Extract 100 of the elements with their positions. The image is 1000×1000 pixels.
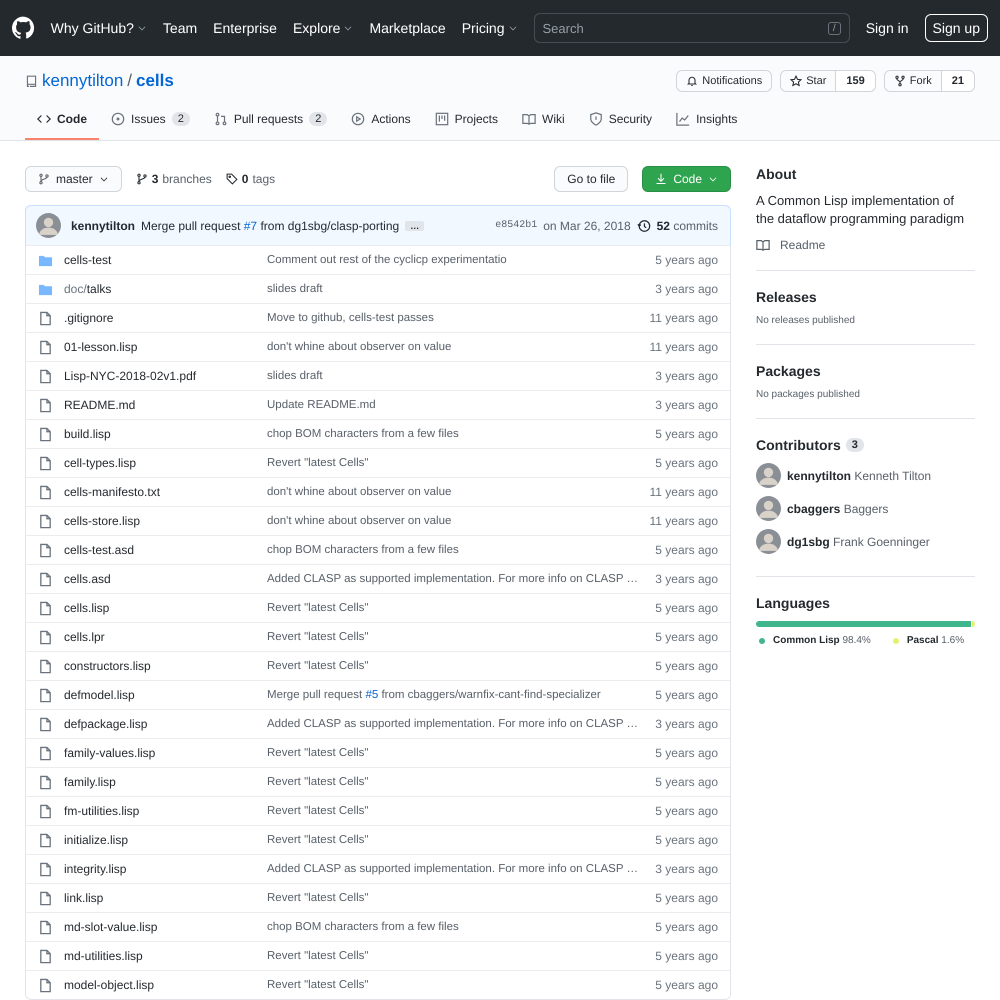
file-name-link[interactable]: cells.lpr bbox=[64, 630, 267, 644]
commit-message-link[interactable]: chop BOM characters from a few files bbox=[267, 428, 650, 440]
commit-message-link[interactable]: Revert "latest Cells" bbox=[267, 979, 650, 991]
expand-button[interactable]: … bbox=[405, 220, 424, 230]
file-name-link[interactable]: cell-types.lisp bbox=[64, 456, 267, 470]
repo-tab[interactable]: Pull requests 2 bbox=[202, 112, 340, 140]
count-link[interactable]: 159 bbox=[835, 71, 875, 91]
branches-link[interactable]: 3 branches bbox=[136, 172, 212, 186]
file-name-link[interactable]: .gitignore bbox=[64, 311, 267, 325]
commit-message-link[interactable]: Update README.md bbox=[267, 399, 650, 411]
section-title[interactable]: Releases bbox=[756, 289, 975, 305]
language-link[interactable]: Common Lisp 98.4% bbox=[773, 635, 871, 646]
branch-select[interactable]: master bbox=[25, 166, 122, 192]
commit-message-link[interactable]: don't whine about observer on value bbox=[267, 341, 644, 353]
commit-message-link[interactable]: Revert "latest Cells" bbox=[267, 747, 650, 759]
readme-link[interactable]: Readme bbox=[756, 238, 975, 252]
repo-tab[interactable]: Issues 2 bbox=[99, 112, 202, 140]
github-logo[interactable] bbox=[12, 15, 35, 41]
file-name-link[interactable]: cells.lisp bbox=[64, 601, 267, 615]
commit-message-link[interactable]: Revert "latest Cells" bbox=[267, 660, 650, 672]
file-name-link[interactable]: integrity.lisp bbox=[64, 862, 267, 876]
file-name-link[interactable]: family.lisp bbox=[64, 775, 267, 789]
commit-message-link[interactable]: chop BOM characters from a few files bbox=[267, 921, 650, 933]
file-name-link[interactable]: README.md bbox=[64, 398, 267, 412]
file-name-link[interactable]: build.lisp bbox=[64, 427, 267, 441]
file-name-link[interactable]: md-slot-value.lisp bbox=[64, 920, 267, 934]
language-link[interactable]: Pascal 1.6% bbox=[906, 635, 964, 646]
file-icon bbox=[38, 426, 53, 442]
nav-link[interactable]: Pricing bbox=[462, 20, 518, 36]
commit-message-link[interactable]: slides draft bbox=[267, 283, 650, 295]
commit-message-link[interactable]: Revert "latest Cells" bbox=[267, 950, 650, 962]
avatar[interactable] bbox=[36, 213, 61, 238]
commit-message-link[interactable]: Added CLASP as supported implementation. For more info on CLASP … bbox=[267, 718, 650, 730]
star-button[interactable]: Star bbox=[781, 71, 836, 91]
commit-message-link[interactable]: Revert "latest Cells" bbox=[267, 631, 650, 643]
section-title[interactable]: Contributors bbox=[756, 437, 841, 453]
fork-button[interactable]: Fork bbox=[884, 71, 941, 91]
repo-tab[interactable]: Security bbox=[576, 112, 664, 140]
contributor-link[interactable]: dg1sbg Frank Goenninger bbox=[787, 534, 930, 548]
commit-message-link[interactable]: Revert "latest Cells" bbox=[267, 602, 650, 614]
commit-message-link[interactable]: Added CLASP as supported implementation. For more info on CLASP … bbox=[267, 863, 650, 875]
file-name-link[interactable]: cells-test bbox=[64, 253, 267, 267]
commits-link[interactable]: 52 commits bbox=[656, 218, 718, 232]
commit-message-link[interactable]: Move to github, cells-test passes bbox=[267, 312, 644, 324]
file-name-link[interactable]: doc/talks bbox=[64, 282, 267, 296]
notifications-button[interactable]: Notifications bbox=[677, 71, 772, 91]
file-name-link[interactable]: initialize.lisp bbox=[64, 833, 267, 847]
commit-sha[interactable]: e8542b1 bbox=[495, 220, 538, 231]
commit-message-link[interactable]: don't whine about observer on value bbox=[267, 515, 644, 527]
file-name-link[interactable]: model-object.lisp bbox=[64, 978, 267, 992]
avatar[interactable] bbox=[756, 496, 781, 521]
commit-message-link[interactable]: Revert "latest Cells" bbox=[267, 892, 650, 904]
section-title[interactable]: Packages bbox=[756, 363, 975, 379]
commit-message-link[interactable]: slides draft bbox=[267, 370, 650, 382]
file-name-link[interactable]: defpackage.lisp bbox=[64, 717, 267, 731]
commit-message-link[interactable]: Revert "latest Cells" bbox=[267, 776, 650, 788]
nav-link[interactable]: Enterprise bbox=[213, 20, 277, 36]
avatar[interactable] bbox=[756, 529, 781, 554]
commit-message-link[interactable]: don't whine about observer on value bbox=[267, 486, 644, 498]
commit-message-link[interactable]: chop BOM characters from a few files bbox=[267, 544, 650, 556]
file-name-link[interactable]: fm-utilities.lisp bbox=[64, 804, 267, 818]
commit-message-link[interactable]: Revert "latest Cells" bbox=[267, 457, 650, 469]
file-name-link[interactable]: cells-test.asd bbox=[64, 543, 267, 557]
file-name-link[interactable]: cells.asd bbox=[64, 572, 267, 586]
tags-link[interactable]: 0 tags bbox=[226, 172, 276, 186]
commit-message-link[interactable]: Revert "latest Cells" bbox=[267, 805, 650, 817]
file-name-link[interactable]: cells-manifesto.txt bbox=[64, 485, 267, 499]
file-name-link[interactable]: constructors.lisp bbox=[64, 659, 267, 673]
file-name-link[interactable]: md-utilities.lisp bbox=[64, 949, 267, 963]
nav-link[interactable]: Marketplace bbox=[369, 20, 446, 36]
repo-tab[interactable]: Insights bbox=[664, 112, 750, 140]
sign-in-link[interactable]: Sign in bbox=[866, 20, 909, 36]
commit-author[interactable]: kennytilton bbox=[71, 218, 136, 232]
nav-link[interactable]: Why GitHub? bbox=[50, 20, 147, 36]
repo-tab[interactable]: Actions bbox=[339, 112, 423, 140]
avatar[interactable] bbox=[756, 463, 781, 488]
file-name-link[interactable]: cells-store.lisp bbox=[64, 514, 267, 528]
nav-link[interactable]: Team bbox=[162, 20, 198, 36]
file-name-link[interactable]: 01-lesson.lisp bbox=[64, 340, 267, 354]
repo-tab[interactable]: Wiki bbox=[510, 112, 577, 140]
sign-up-button[interactable]: Sign up bbox=[924, 14, 988, 42]
file-name-link[interactable]: Lisp-NYC-2018-02v1.pdf bbox=[64, 369, 267, 383]
commit-message-link[interactable]: Added CLASP as supported implementation. For more info on CLASP … bbox=[267, 573, 650, 585]
search-field[interactable]: Search / bbox=[534, 13, 850, 43]
commit-message[interactable]: Merge pull request #7 from dg1sbg/clasp-porting bbox=[141, 218, 400, 232]
repo-owner-link[interactable]: kennytilton bbox=[42, 71, 124, 91]
file-name-link[interactable]: link.lisp bbox=[64, 891, 267, 905]
repo-name-link[interactable]: cells bbox=[136, 71, 174, 91]
file-name-link[interactable]: defmodel.lisp bbox=[64, 688, 267, 702]
contributor-link[interactable]: cbaggers Baggers bbox=[787, 502, 888, 516]
commit-message-link[interactable]: Comment out rest of the cyclicp experimentatio bbox=[267, 254, 650, 266]
commit-message-link[interactable]: Merge pull request #5 from cbaggers/warnfix-cant-find-specializer bbox=[267, 689, 650, 701]
count-link[interactable]: 21 bbox=[940, 71, 974, 91]
nav-link[interactable]: Explore bbox=[292, 20, 354, 36]
contributor-link[interactable]: kennytilton Kenneth Tilton bbox=[787, 468, 932, 482]
commit-message-link[interactable]: Revert "latest Cells" bbox=[267, 834, 650, 846]
repo-tab[interactable]: Code bbox=[25, 112, 99, 140]
repo-tab[interactable]: Projects bbox=[422, 112, 510, 140]
go-to-file-button[interactable]: Go to file bbox=[554, 166, 628, 192]
file-name-link[interactable]: family-values.lisp bbox=[64, 746, 267, 760]
